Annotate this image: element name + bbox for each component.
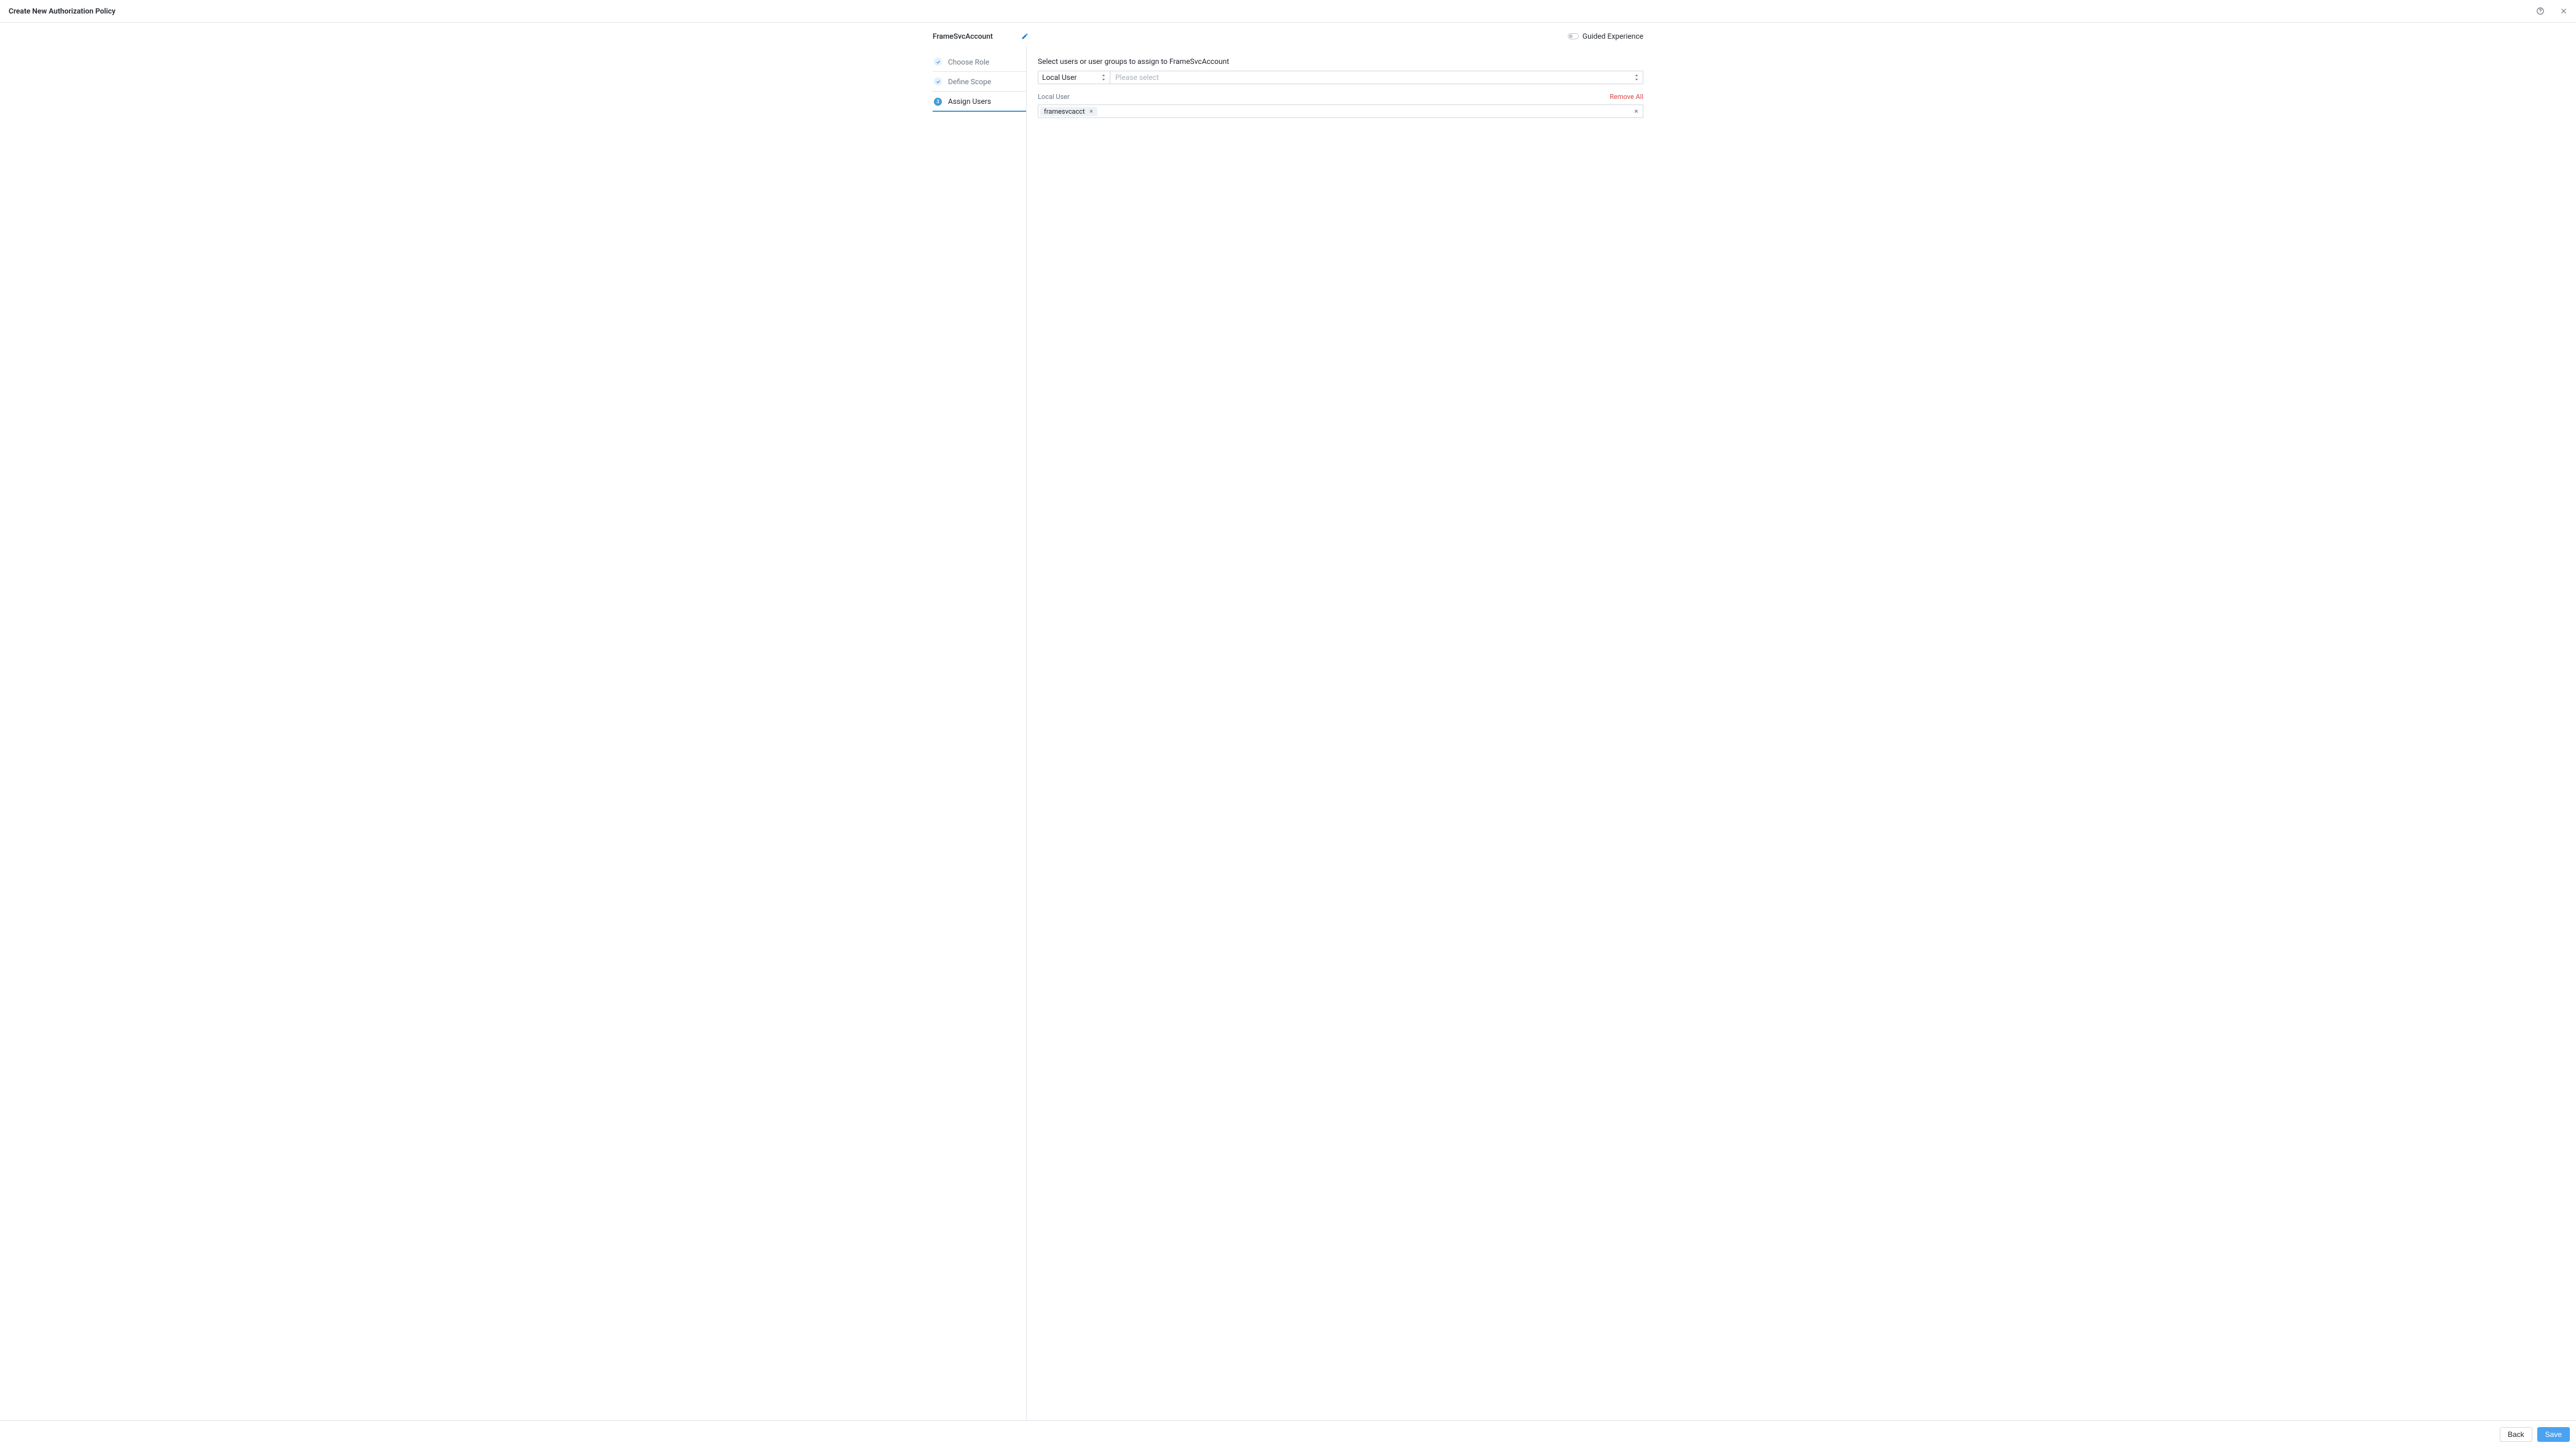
help-icon[interactable] [2534,5,2546,17]
remove-all-link[interactable]: Remove All [1610,93,1643,101]
dialog-body: FrameSvcAccount Guided Experience [0,23,2576,1448]
user-chip-label: framesvcacct [1044,108,1085,116]
close-icon[interactable] [2558,5,2570,17]
step-choose-role[interactable]: Choose Role [933,52,1026,72]
content-shell: FrameSvcAccount Guided Experience [0,23,2576,1420]
assign-instruction: Select users or user groups to assign to… [1038,57,1643,66]
subheader-left: FrameSvcAccount [933,32,1029,41]
selected-users-box[interactable]: framesvcacct [1038,104,1643,118]
two-column: Choose Role Define Scope 3 Assign Users [933,46,1643,1420]
updown-icon [1101,74,1106,81]
wizard-sidebar: Choose Role Define Scope 3 Assign Users [933,46,1027,1420]
updown-icon [1634,74,1639,81]
dialog-header: Create New Authorization Policy [0,0,2576,23]
dialog-title: Create New Authorization Policy [9,7,116,15]
select-row: Local User Please select [1038,71,1643,84]
policy-name: FrameSvcAccount [933,32,993,41]
subheader: FrameSvcAccount Guided Experience [933,23,1643,46]
header-actions [2534,5,2570,17]
section-label: Local User [1038,93,1070,101]
main-panel: Select users or user groups to assign to… [1027,46,1643,1420]
clear-all-icon[interactable] [1634,109,1639,114]
step-assign-users[interactable]: 3 Assign Users [933,92,1026,111]
content-inner: FrameSvcAccount Guided Experience [933,23,1643,1420]
check-icon [934,77,942,85]
user-type-select[interactable]: Local User [1038,71,1110,84]
save-button[interactable]: Save [2537,1427,2570,1442]
user-type-value: Local User [1042,73,1077,82]
step-label: Choose Role [948,58,989,66]
remove-chip-icon[interactable] [1089,109,1094,114]
step-label: Assign Users [948,97,991,106]
edit-icon[interactable] [1021,33,1029,40]
back-button[interactable]: Back [2500,1427,2532,1442]
check-icon [934,58,942,66]
step-number-badge: 3 [934,98,942,106]
user-chip: framesvcacct [1040,107,1097,116]
step-label: Define Scope [948,77,991,86]
user-combo[interactable]: Please select [1110,71,1643,84]
guided-experience: Guided Experience [1568,32,1643,41]
section-row: Local User Remove All [1038,93,1643,101]
step-define-scope[interactable]: Define Scope [933,72,1026,92]
guided-toggle[interactable] [1568,33,1579,39]
user-combo-placeholder: Please select [1115,73,1159,82]
dialog-footer: Back Save [0,1420,2576,1448]
guided-label: Guided Experience [1582,32,1643,41]
